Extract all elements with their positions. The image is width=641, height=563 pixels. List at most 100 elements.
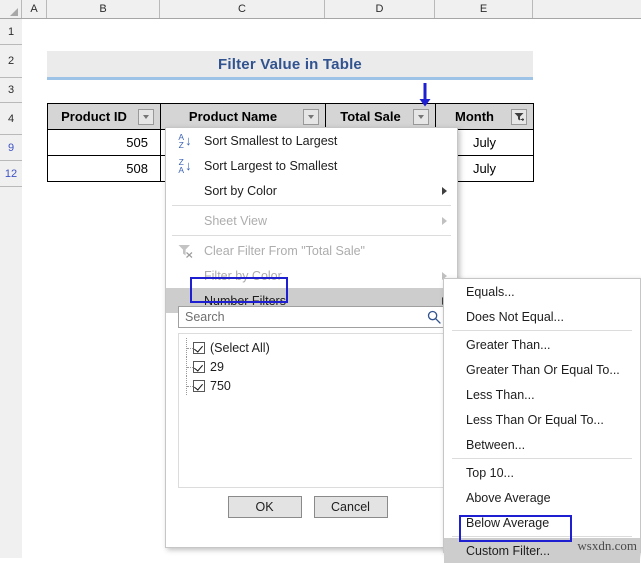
menu-item-label: Sort Largest to Smallest <box>204 158 338 173</box>
chevron-down-icon <box>418 114 424 119</box>
menu-separator <box>172 205 451 206</box>
search-icon[interactable] <box>427 310 441 324</box>
submenu-item-does-not-equal[interactable]: Does Not Equal... <box>444 304 640 329</box>
chevron-right-icon <box>442 186 447 195</box>
submenu-item-label: Above Average <box>466 490 551 505</box>
filter-dropdown-total-sale[interactable] <box>413 108 429 125</box>
column-header-b[interactable]: B <box>47 0 160 18</box>
submenu-item-top-10[interactable]: Top 10... <box>444 460 640 485</box>
cell-product-id[interactable]: 505 <box>47 129 161 156</box>
sort-za-icon: Z A ↓ <box>178 156 192 175</box>
submenu-item-greater-than-or-equal-to[interactable]: Greater Than Or Equal To... <box>444 357 640 382</box>
menu-item-sort-largest-to-smallest[interactable]: Z A ↓ Sort Largest to Smallest <box>166 153 457 178</box>
menu-item-label: Sort Smallest to Largest <box>204 133 338 148</box>
submenu-item-label: Equals... <box>466 284 515 299</box>
column-header-f[interactable] <box>533 0 641 18</box>
row-header-4[interactable]: 4 <box>0 103 22 135</box>
column-header-c[interactable]: C <box>160 0 325 18</box>
submenu-item-less-than[interactable]: Less Than... <box>444 382 640 407</box>
search-placeholder: Search <box>185 310 225 324</box>
submenu-item-label: Greater Than... <box>466 337 551 352</box>
row-header-label: 1 <box>7 26 15 38</box>
checkbox-value[interactable] <box>193 360 205 373</box>
row-header-label: 9 <box>7 142 15 154</box>
row-header-2[interactable]: 2 <box>0 45 22 78</box>
filter-dropdown-product-id[interactable] <box>138 108 154 125</box>
submenu-item-greater-than[interactable]: Greater Than... <box>444 332 640 357</box>
table-header-product-id: Product ID <box>47 103 161 130</box>
submenu-item-label: Below Average <box>466 515 550 530</box>
corner-triangle-icon <box>10 8 18 16</box>
filter-value-list[interactable]: (Select All) 29 750 <box>178 333 446 488</box>
list-item-label: 29 <box>210 359 224 374</box>
column-header-d[interactable]: D <box>325 0 435 18</box>
menu-item-filter-by-color: Filter by Color <box>166 263 457 288</box>
menu-item-label: Clear Filter From "Total Sale" <box>204 243 365 258</box>
cancel-button[interactable]: Cancel <box>313 496 388 518</box>
menu-item-sort-smallest-to-largest[interactable]: A Z ↓ Sort Smallest to Largest <box>166 128 457 153</box>
column-header-strip: A B C D E <box>0 0 641 19</box>
row-header-label: 4 <box>7 113 15 125</box>
submenu-item-less-than-or-equal-to[interactable]: Less Than Or Equal To... <box>444 407 640 432</box>
checkbox-value[interactable] <box>193 379 205 392</box>
funnel-filter-icon <box>514 112 524 121</box>
filter-dropdown-menu: A Z ↓ Sort Smallest to Largest Z A ↓ Sort La… <box>165 127 458 548</box>
row-header-9[interactable]: 9 <box>0 135 22 161</box>
chevron-down-icon <box>143 114 149 119</box>
menu-item-sort-by-color[interactable]: Sort by Color <box>166 178 457 203</box>
list-item-label: 750 <box>210 378 231 393</box>
number-filters-submenu: Equals... Does Not Equal... Greater Than… <box>443 278 641 563</box>
column-header-a[interactable]: A <box>22 0 47 18</box>
submenu-item-above-average[interactable]: Above Average <box>444 485 640 510</box>
row-header-12[interactable]: 12 <box>0 161 22 187</box>
row-header-3[interactable]: 3 <box>0 78 22 103</box>
list-item-label: (Select All) <box>210 340 270 355</box>
column-header-e[interactable]: E <box>435 0 533 18</box>
menu-item-label: Sort by Color <box>204 183 277 198</box>
filter-applied-dropdown-month[interactable] <box>511 108 527 125</box>
menu-separator <box>172 235 451 236</box>
menu-item-clear-filter: Clear Filter From "Total Sale" <box>166 238 457 263</box>
watermark: wsxdn.com <box>577 538 637 553</box>
table-header-label: Product ID <box>61 109 127 124</box>
dialog-button-row: OK Cancel <box>166 496 457 518</box>
submenu-item-equals[interactable]: Equals... <box>444 279 640 304</box>
sort-az-icon: A Z ↓ <box>178 131 192 150</box>
submenu-item-below-average[interactable]: Below Average <box>444 510 640 535</box>
cell-product-id[interactable]: 508 <box>47 155 161 182</box>
sheet-title-banner: Filter Value in Table <box>47 51 533 80</box>
select-all-corner[interactable] <box>0 0 22 18</box>
submenu-separator <box>452 458 632 459</box>
chevron-down-icon <box>308 114 314 119</box>
table-header-label: Total Sale <box>340 109 401 124</box>
row-header-1[interactable]: 1 <box>0 19 22 45</box>
table-header-month: Month <box>435 103 534 130</box>
table-header-total-sale: Total Sale <box>325 103 436 130</box>
spreadsheet-grid: A B C D E 1 2 3 4 9 12 Filter Value in T… <box>0 0 641 563</box>
row-header-blank <box>0 187 22 558</box>
submenu-item-label: Between... <box>466 437 526 452</box>
menu-item-label: Sheet View <box>204 213 268 228</box>
row-header-strip: 1 2 3 4 9 12 <box>0 19 22 558</box>
table-header-row: Product ID Product Name Total Sale Month <box>47 103 534 130</box>
list-item[interactable]: 29 <box>179 357 445 376</box>
submenu-item-label: Top 10... <box>466 465 514 480</box>
list-item-select-all[interactable]: (Select All) <box>179 338 445 357</box>
checkbox-select-all[interactable] <box>193 341 205 354</box>
table-header-label: Month <box>455 109 494 124</box>
search-input[interactable]: Search <box>178 306 446 328</box>
submenu-item-between[interactable]: Between... <box>444 432 640 457</box>
menu-item-sheet-view: Sheet View <box>166 208 457 233</box>
submenu-separator <box>452 330 632 331</box>
row-header-label: 12 <box>4 168 18 180</box>
menu-item-label: Filter by Color <box>204 268 282 283</box>
chevron-right-icon <box>442 216 447 225</box>
table-header-label: Product Name <box>188 109 278 124</box>
submenu-item-label: Less Than Or Equal To... <box>466 412 604 427</box>
list-item[interactable]: 750 <box>179 376 445 395</box>
row-header-label: 2 <box>7 55 15 67</box>
submenu-separator <box>452 536 632 537</box>
ok-button[interactable]: OK <box>227 496 302 518</box>
clear-filter-icon <box>174 238 196 263</box>
filter-dropdown-product-name[interactable] <box>303 108 319 125</box>
